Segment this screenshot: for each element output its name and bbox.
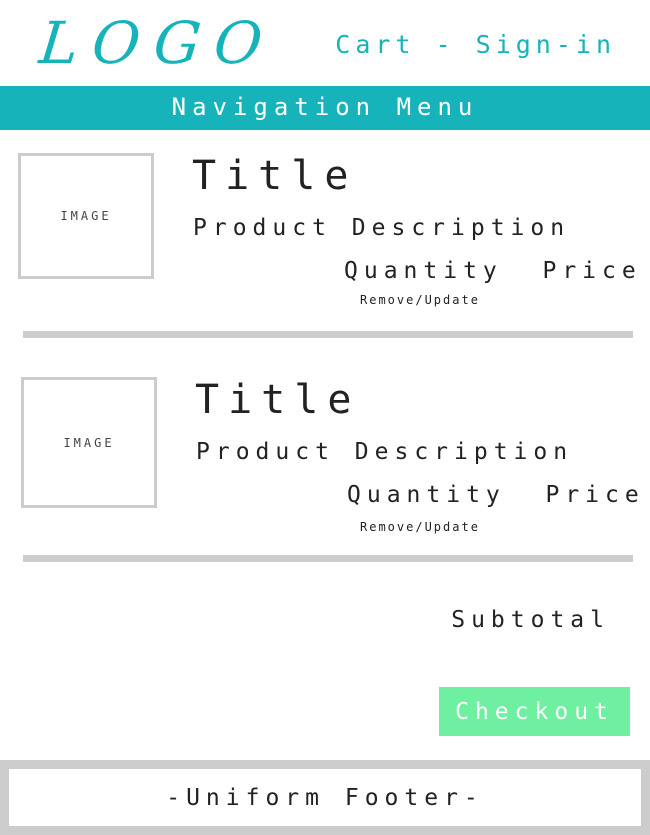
- cart-item: IMAGE Title Product Description Quantity…: [0, 377, 650, 567]
- signin-link[interactable]: Sign-in: [476, 30, 616, 59]
- header-link-separator: -: [415, 30, 476, 59]
- quantity-price-row: Quantity Price: [344, 257, 642, 285]
- product-title: Title: [195, 377, 361, 423]
- item-divider: [23, 555, 633, 562]
- navigation-menu[interactable]: Navigation Menu: [0, 93, 650, 121]
- quantity-label: Quantity: [347, 482, 506, 508]
- product-image-placeholder: IMAGE: [18, 153, 154, 279]
- checkout-button[interactable]: Checkout: [439, 687, 630, 736]
- product-title: Title: [192, 153, 358, 199]
- page-footer: -Uniform Footer-: [0, 760, 650, 835]
- price-label: Price: [545, 482, 645, 508]
- remove-update-link[interactable]: Remove/Update: [360, 293, 480, 307]
- site-logo[interactable]: LOGO: [36, 8, 279, 78]
- footer-label: -Uniform Footer-: [9, 769, 641, 826]
- cart-item: IMAGE Title Product Description Quantity…: [0, 153, 650, 343]
- cart-link[interactable]: Cart: [335, 30, 415, 59]
- item-divider: [23, 331, 633, 338]
- remove-update-link[interactable]: Remove/Update: [360, 520, 480, 534]
- product-image-placeholder: IMAGE: [21, 377, 157, 508]
- product-description: Product Description: [196, 439, 574, 465]
- page-header: LOGO Cart - Sign-in: [0, 0, 650, 86]
- product-description: Product Description: [193, 215, 571, 241]
- quantity-label: Quantity: [344, 258, 503, 284]
- price-label: Price: [542, 258, 642, 284]
- header-links: Cart - Sign-in: [335, 30, 616, 59]
- navigation-bar: Navigation Menu: [0, 86, 650, 130]
- quantity-price-row: Quantity Price: [347, 481, 645, 509]
- subtotal-label: Subtotal: [451, 607, 610, 633]
